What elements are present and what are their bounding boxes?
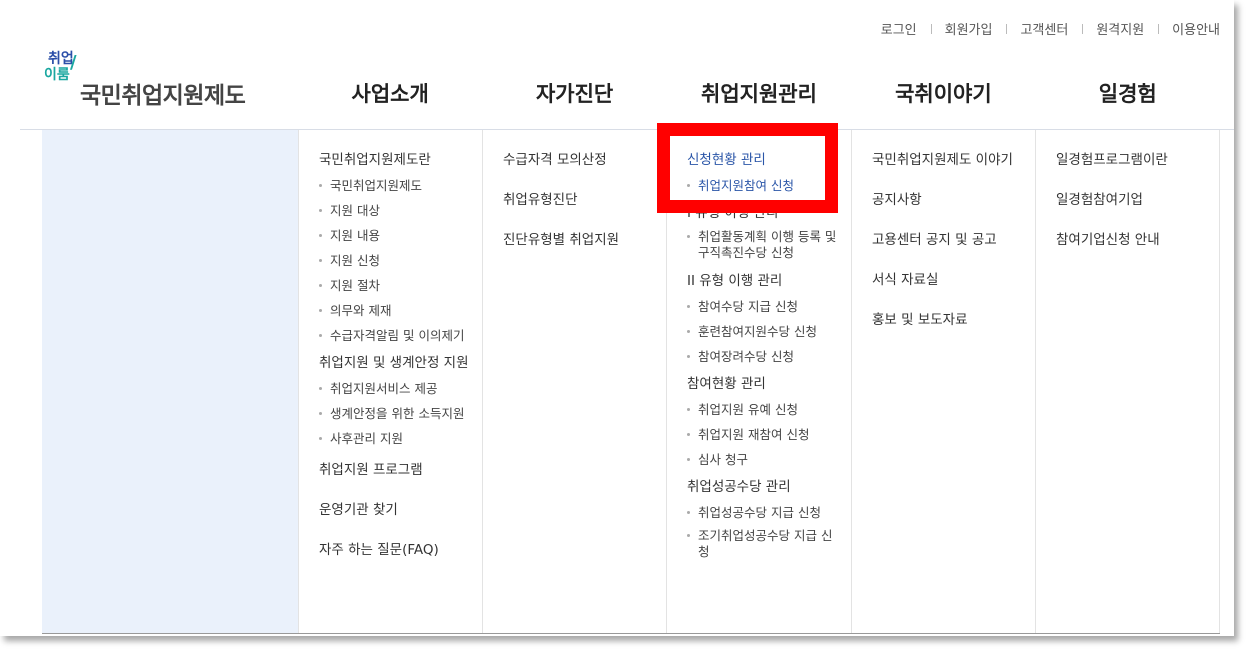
menu-group[interactable]: 취업지원 및 생계안정 지원 [319,353,482,373]
nav-employment-support-management[interactable]: 취업지원관리 [667,78,851,114]
main-nav: 사업소개 자가진단 취업지원관리 국취이야기 일경험 [298,78,1220,114]
submenu-item[interactable]: 취업지원서비스 제공 [319,379,482,398]
menu-group[interactable]: 취업성공수당 관리 [687,477,851,497]
submenu-item[interactable]: 국민취업지원제도 [319,176,482,195]
menu-group[interactable]: 취업지원 프로그램 [319,460,482,480]
menu-group[interactable]: 국민취업지원제도 이야기 [872,150,1035,170]
submenu-list: 참여수당 지급 신청 훈련참여지원수당 신청 참여장려수당 신청 [687,297,851,366]
logo-mark-icon: 취업 이룸 / [44,51,77,83]
submenu-item[interactable]: 사후관리 지원 [319,429,482,448]
signup-link[interactable]: 회원가입 [930,19,1007,38]
menu-group[interactable]: 운영기관 찾기 [319,500,482,520]
submenu-item[interactable]: 조기취업성공수당 지급 신청 [687,528,837,560]
submenu-item[interactable]: 지원 절차 [319,276,482,295]
remote-support-link[interactable]: 원격지원 [1082,19,1158,38]
nav-work-experience[interactable]: 일경험 [1036,78,1220,114]
submenu-list: 취업지원참여 신청 [687,176,851,195]
logo-text: 국민취업지원제도 [80,83,246,109]
customer-center-link[interactable]: 고객센터 [1006,19,1082,38]
menu-col-employment-support-management: 신청현황 관리 취업지원참여 신청 I 유형 이행 관리 취업활동계획 이행 등… [666,130,851,633]
mega-menu-side-panel [42,130,298,633]
submenu-item[interactable]: 수급자격알림 및 이의제기 [319,326,482,345]
menu-group[interactable]: 공지사항 [872,190,1035,210]
nav-self-diagnosis[interactable]: 자가진단 [482,78,666,114]
menu-group[interactable]: 수급자격 모의산정 [503,150,666,170]
submenu-item[interactable]: 의무와 제재 [319,301,482,320]
menu-col-business-intro: 국민취업지원제도란 국민취업지원제도 지원 대상 지원 내용 지원 신청 지원 … [298,130,482,633]
submenu-item[interactable]: 생계안정을 위한 소득지원 [319,404,482,423]
submenu-list: 취업성공수당 지급 신청 조기취업성공수당 지급 신청 [687,503,851,560]
site-logo[interactable]: 취업 이룸 / 국민취업지원제도 [42,51,282,109]
submenu-item[interactable]: 취업성공수당 지급 신청 [687,503,851,522]
menu-group[interactable]: 취업유형진단 [503,190,666,210]
submenu-list: 국민취업지원제도 지원 대상 지원 내용 지원 신청 지원 절차 의무와 제재 … [319,176,482,345]
nav-business-intro[interactable]: 사업소개 [298,78,482,114]
menu-group[interactable]: 국민취업지원제도란 [319,150,482,170]
utility-nav: 로그인 회원가입 고객센터 원격지원 이용안내 [867,18,1220,38]
menu-group[interactable]: I 유형 이행 관리 [687,203,851,223]
submenu-item[interactable]: 취업활동계획 이행 등록 및 구직촉진수당 신청 [687,229,837,261]
submenu-item[interactable]: 참여장려수당 신청 [687,347,851,366]
submenu-item[interactable]: 지원 대상 [319,201,482,220]
submenu-item[interactable]: 지원 내용 [319,226,482,245]
menu-group[interactable]: 서식 자료실 [872,270,1035,290]
menu-group[interactable]: 진단유형별 취업지원 [503,230,666,250]
login-link[interactable]: 로그인 [867,19,931,38]
submenu-list: 취업지원 유예 신청 취업지원 재참여 신청 심사 청구 [687,400,851,469]
mega-menu: 국민취업지원제도란 국민취업지원제도 지원 대상 지원 내용 지원 신청 지원 … [42,130,1220,634]
menu-group[interactable]: II 유형 이행 관리 [687,271,851,291]
menu-group-application-status[interactable]: 신청현황 관리 [687,150,851,170]
submenu-list: 취업지원서비스 제공 생계안정을 위한 소득지원 사후관리 지원 [319,379,482,448]
menu-group[interactable]: 고용센터 공지 및 공고 [872,230,1035,250]
menu-group[interactable]: 참여기업신청 안내 [1056,230,1219,250]
submenu-item[interactable]: 훈련참여지원수당 신청 [687,322,851,341]
usage-guide-link[interactable]: 이용안내 [1158,19,1220,38]
menu-group[interactable]: 일경험참여기업 [1056,190,1219,210]
submenu-item-participation-application[interactable]: 취업지원참여 신청 [687,176,851,195]
page-frame: 로그인 회원가입 고객센터 원격지원 이용안내 취업 이룸 / 국민취업지원제도… [0,0,1234,636]
submenu-list: 취업활동계획 이행 등록 및 구직촉진수당 신청 [687,229,851,261]
menu-group[interactable]: 자주 하는 질문(FAQ) [319,540,482,560]
menu-group[interactable]: 홍보 및 보도자료 [872,310,1035,330]
submenu-item[interactable]: 취업지원 유예 신청 [687,400,851,419]
submenu-item[interactable]: 지원 신청 [319,251,482,270]
menu-col-self-diagnosis: 수급자격 모의산정 취업유형진단 진단유형별 취업지원 [482,130,666,633]
submenu-item[interactable]: 심사 청구 [687,450,851,469]
menu-group[interactable]: 참여현황 관리 [687,374,851,394]
menu-col-work-experience: 일경험프로그램이란 일경험참여기업 참여기업신청 안내 [1035,130,1220,633]
menu-group[interactable]: 일경험프로그램이란 [1056,150,1219,170]
submenu-item[interactable]: 취업지원 재참여 신청 [687,425,851,444]
menu-col-stories: 국민취업지원제도 이야기 공지사항 고용센터 공지 및 공고 서식 자료실 홍보… [851,130,1035,633]
submenu-item[interactable]: 참여수당 지급 신청 [687,297,851,316]
nav-stories[interactable]: 국취이야기 [851,78,1035,114]
